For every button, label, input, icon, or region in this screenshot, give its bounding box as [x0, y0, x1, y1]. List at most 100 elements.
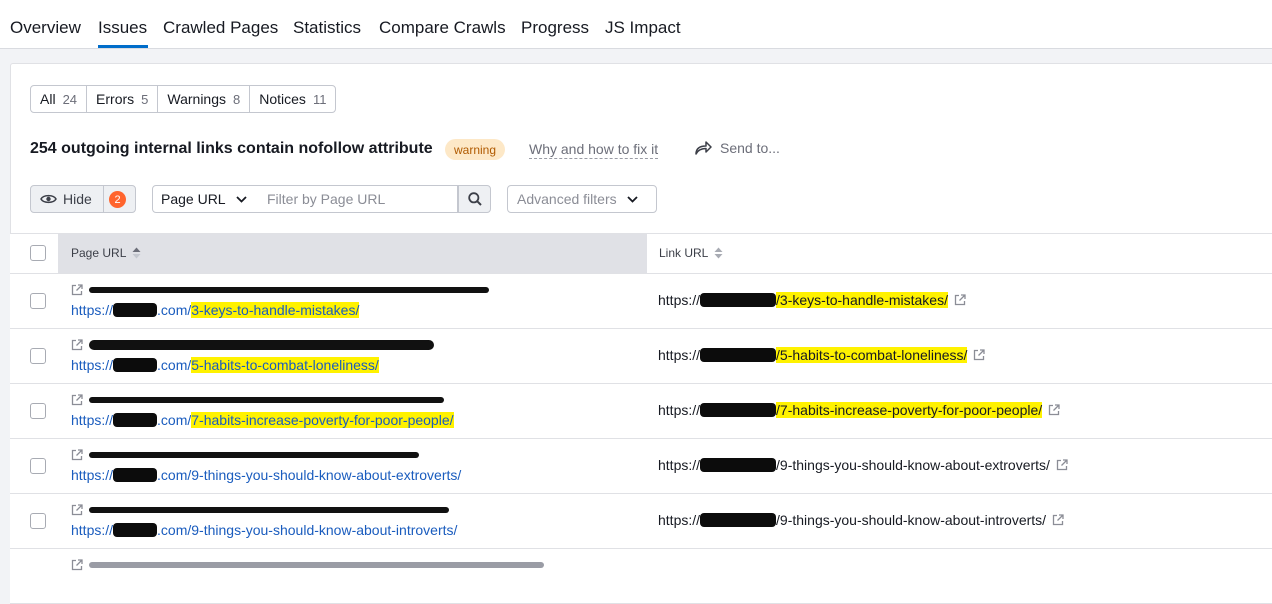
share-arrow-icon	[695, 141, 712, 155]
table-row: https:// .com/ 9-things-you-should-know-…	[10, 439, 1272, 494]
external-link-icon[interactable]	[71, 339, 83, 351]
page-url-filter-input[interactable]: Filter by Page URL	[258, 185, 458, 213]
search-button[interactable]	[458, 185, 491, 213]
redacted-domain	[113, 358, 158, 372]
tab-overview[interactable]: Overview	[10, 18, 81, 38]
page-title-redacted	[71, 447, 419, 463]
status-badge: warning	[445, 139, 506, 160]
link-url: https:// /7-habits-increase-poverty-for-…	[658, 402, 1060, 418]
redacted-domain	[113, 413, 158, 427]
external-link-icon[interactable]	[954, 294, 966, 306]
page-url-mid: .com/	[157, 412, 192, 428]
page-url-link[interactable]: https:// .com/ 3-keys-to-handle-mistakes…	[71, 302, 360, 318]
redacted-title	[89, 397, 444, 403]
external-link-icon[interactable]	[1048, 404, 1060, 416]
page-url-link[interactable]: https:// .com/ 7-habits-increase-poverty…	[71, 412, 454, 428]
row-checkbox[interactable]	[30, 348, 46, 364]
page-url-slug: 9-things-you-should-know-about-extrovert…	[191, 467, 462, 483]
page-url-column-header[interactable]: Page URL	[71, 246, 141, 260]
hide-divider	[103, 186, 104, 212]
active-tab-indicator	[98, 45, 148, 48]
redacted-domain	[113, 468, 158, 482]
link-url-prefix: https://	[658, 347, 701, 363]
link-url-prefix: https://	[658, 512, 701, 528]
filter-notices-label: Notices	[259, 91, 306, 107]
redacted-title	[89, 287, 489, 293]
external-link-icon[interactable]	[71, 394, 83, 406]
redacted-title	[89, 340, 434, 350]
why-how-fix-link[interactable]: Why and how to fix it	[529, 141, 659, 159]
page-url-link[interactable]: https:// .com/ 5-habits-to-combat-loneli…	[71, 357, 379, 373]
filter-notices-count: 11	[312, 91, 327, 107]
page-title-redacted	[71, 392, 444, 408]
filter-all[interactable]: All 24	[31, 86, 88, 112]
page-url-header-label: Page URL	[71, 246, 127, 260]
page-url-select[interactable]: Page URL	[152, 185, 259, 213]
hide-button[interactable]: Hide 2	[30, 185, 136, 213]
page-url-link[interactable]: https:// .com/ 9-things-you-should-know-…	[71, 467, 461, 483]
link-url-slug: /9-things-you-should-know-about-extrover…	[776, 457, 1050, 473]
link-url: https:// /9-things-you-should-know-about…	[658, 457, 1068, 473]
external-link-icon[interactable]	[71, 559, 83, 571]
filter-all-count: 24	[62, 91, 78, 107]
external-link-icon[interactable]	[973, 349, 986, 361]
tab-compare-crawls[interactable]: Compare Crawls	[379, 18, 506, 38]
advanced-filters-label: Advanced filters	[517, 191, 617, 207]
row-checkbox[interactable]	[30, 293, 46, 309]
table-row: https:// .com/ 9-things-you-should-know-…	[10, 494, 1272, 549]
link-url-slug: /3-keys-to-handle-mistakes/	[776, 292, 948, 308]
page-url-prefix: https://	[71, 412, 114, 428]
page-url-prefix: https://	[71, 357, 114, 373]
tab-statistics[interactable]: Statistics	[293, 18, 361, 38]
link-url-column-header[interactable]: Link URL	[659, 246, 723, 260]
filter-errors-count: 5	[141, 91, 149, 107]
row-checkbox[interactable]	[30, 458, 46, 474]
page-url-link[interactable]: https:// .com/ 9-things-you-should-know-…	[71, 522, 457, 538]
send-to-button[interactable]: Send to...	[695, 140, 780, 156]
page-url-select-value: Page URL	[161, 191, 226, 207]
link-url: https:// /5-habits-to-combat-loneliness/	[658, 347, 986, 363]
page-title-redacted	[71, 502, 449, 518]
redacted-title	[89, 507, 449, 513]
page-url-prefix: https://	[71, 467, 114, 483]
link-url-slug: /5-habits-to-combat-loneliness/	[776, 347, 968, 363]
page-url-slug: 7-habits-increase-poverty-for-poor-peopl…	[191, 412, 454, 428]
redacted-domain	[700, 293, 777, 307]
tab-crawled-pages[interactable]: Crawled Pages	[163, 18, 278, 38]
redacted-domain	[113, 303, 158, 317]
page-title-redacted	[71, 557, 544, 573]
external-link-icon[interactable]	[1056, 459, 1068, 471]
chevron-down-icon	[626, 195, 638, 203]
row-checkbox[interactable]	[30, 513, 46, 529]
redacted-domain	[700, 458, 777, 472]
link-url-header-label: Link URL	[659, 246, 709, 260]
page-url-mid: .com/	[157, 467, 192, 483]
external-link-icon[interactable]	[71, 504, 83, 516]
filter-errors-label: Errors	[96, 91, 135, 107]
redacted-domain	[700, 403, 777, 417]
filter-warnings-count: 8	[233, 91, 241, 107]
tab-progress[interactable]: Progress	[521, 18, 589, 38]
row-checkbox[interactable]	[30, 403, 46, 419]
advanced-filters-select[interactable]: Advanced filters	[507, 185, 657, 213]
send-to-label: Send to...	[720, 140, 780, 156]
issue-title: 254 outgoing internal links contain nofo…	[30, 140, 433, 157]
filter-all-label: All	[40, 91, 56, 107]
sort-icon	[714, 247, 723, 259]
link-url-prefix: https://	[658, 292, 701, 308]
external-link-icon[interactable]	[71, 284, 83, 296]
filter-errors[interactable]: Errors 5	[87, 86, 159, 112]
external-link-icon[interactable]	[1052, 514, 1064, 526]
select-all-checkbox[interactable]	[30, 245, 46, 261]
redacted-domain	[113, 523, 158, 537]
external-link-icon[interactable]	[71, 449, 83, 461]
filter-warnings[interactable]: Warnings 8	[158, 86, 251, 112]
eye-icon	[40, 194, 57, 204]
page-url-mid: .com/	[157, 522, 192, 538]
page-title-redacted	[71, 282, 489, 298]
tab-js-impact[interactable]: JS Impact	[605, 18, 681, 38]
tab-issues[interactable]: Issues	[98, 18, 147, 38]
issue-type-filter: All 24 Errors 5 Warnings 8 Notices 11	[30, 85, 337, 113]
page-url-slug: 9-things-you-should-know-about-introvert…	[191, 522, 458, 538]
filter-notices[interactable]: Notices 11	[250, 86, 335, 112]
